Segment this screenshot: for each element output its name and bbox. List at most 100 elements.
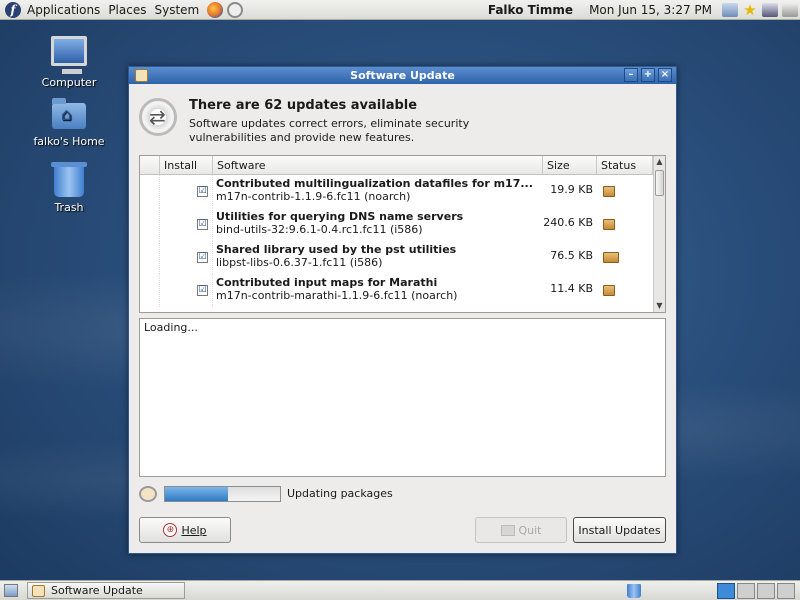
trash-icon [51,162,87,197]
update-tray-icon[interactable] [722,2,738,17]
window-titlebar[interactable]: Software Update – + × [129,67,676,84]
workspace-4[interactable] [777,583,795,599]
install-checkbox[interactable]: ☑ [197,252,208,263]
network-launcher-icon[interactable] [227,1,244,18]
update-summary: There are 62 updates available Software … [129,84,676,154]
bottom-panel: Software Update [0,580,800,600]
computer-icon [51,36,87,74]
package-status-icon [603,186,615,197]
package-status-icon [603,219,615,230]
window-title: Software Update [350,69,455,82]
desktop-icon-label: Computer [41,76,97,89]
desktop-icon-label: Trash [54,201,84,214]
install-updates-button[interactable]: Install Updates [573,517,666,543]
package-size: 76.5 KB [550,249,593,262]
table-row[interactable]: ☑ Shared library used by the pst utiliti… [140,241,654,274]
table-row[interactable]: ☑ Utilities for querying DNS name server… [140,208,654,241]
package-title: Utilities for querying DNS name servers [216,210,464,223]
taskbar-item-label: Software Update [51,584,143,597]
package-version: m17n-contrib-1.1.9-6.fc11 (noarch) [216,190,411,203]
column-header-select[interactable] [140,156,160,175]
show-desktop-icon[interactable] [4,584,18,597]
volume-tray-icon[interactable] [782,2,798,17]
star-tray-icon[interactable]: ★ [742,2,758,17]
workspace-1[interactable] [717,583,735,599]
quit-icon [500,524,515,536]
package-size: 11.4 KB [550,282,593,295]
updates-description: Software updates correct errors, elimina… [189,117,470,144]
window-app-icon[interactable] [135,69,148,82]
package-version: bind-utils-32:9.6.1-0.4.rc1.fc11 (i586) [216,223,423,236]
table-header: Install Software Size Status [140,156,665,175]
updates-headline: There are 62 updates available [189,98,418,113]
clock[interactable]: Mon Jun 15, 3:27 PM [589,3,712,17]
package-version: m17n-contrib-marathi-1.1.9-6.fc11 (noarc… [216,289,458,302]
minimize-button[interactable]: – [624,68,638,82]
table-row[interactable]: ☑ Contributed input maps for Marathi m17… [140,274,654,307]
install-cell: ☑ [160,175,213,208]
table-body: ☑ Contributed multilingualization datafi… [140,175,654,312]
status-cell [597,208,653,241]
taskbar-item-software-update[interactable]: Software Update [27,582,185,599]
progress-status-icon [139,486,157,502]
trash-applet-icon[interactable] [627,584,641,598]
scroll-up-icon[interactable]: ▲ [654,156,665,168]
software-update-task-icon [32,584,45,597]
table-row[interactable]: ☑ Contributed multilingualization datafi… [140,175,654,208]
menu-system[interactable]: System [152,0,205,20]
software-cell: Contributed input maps for Marathi m17n-… [213,274,543,307]
log-output[interactable]: Loading... [139,318,666,477]
status-cell [597,241,653,274]
quit-button[interactable]: Quit [475,517,567,543]
help-button-label: Help [181,523,207,537]
quit-button-label: Quit [518,523,542,537]
home-folder-icon [52,98,86,129]
user-name[interactable]: Falko Timme [488,3,573,17]
maximize-button[interactable]: + [641,68,655,82]
install-cell: ☑ [160,241,213,274]
firefox-launcher-icon[interactable] [207,1,224,18]
log-text: Loading... [144,321,198,334]
install-cell: ☑ [160,208,213,241]
help-button[interactable]: ⊕ Help [139,517,231,543]
software-update-icon [139,98,177,136]
row-spacer [140,208,160,241]
install-checkbox[interactable]: ☑ [197,186,208,197]
desktop-icon-trash[interactable]: Trash [24,162,114,214]
network-tray-icon[interactable] [762,2,778,17]
menu-places[interactable]: Places [106,0,152,20]
menu-applications[interactable]: Applications [25,0,106,20]
column-header-status[interactable]: Status [597,156,653,175]
progress-bar-fill [165,487,229,501]
column-header-software[interactable]: Software [213,156,543,175]
install-checkbox[interactable]: ☑ [197,219,208,230]
column-header-size[interactable]: Size [543,156,597,175]
scroll-thumb[interactable] [655,170,664,196]
workspace-2[interactable] [737,583,755,599]
status-cell [597,175,653,208]
fedora-logo-icon[interactable]: f [5,1,21,18]
software-cell: Shared library used by the pst utilities… [213,241,543,274]
scroll-down-icon[interactable]: ▼ [654,300,665,312]
desktop-icon-home[interactable]: falko's Home [24,98,114,148]
package-size: 240.6 KB [543,216,593,229]
table-scrollbar[interactable]: ▲ ▼ [653,156,665,312]
column-header-install[interactable]: Install [160,156,213,175]
status-cell [597,274,653,307]
close-button[interactable]: × [658,68,672,82]
software-update-window: Software Update – + × There are 62 updat… [128,66,677,554]
workspace-3[interactable] [757,583,775,599]
package-version: libpst-libs-0.6.37-1.fc11 (i586) [216,256,383,269]
package-title: Contributed input maps for Marathi [216,276,438,289]
row-spacer [140,175,160,208]
updates-table: Install Software Size Status ☑ Contribut… [139,155,666,313]
install-checkbox[interactable]: ☑ [197,285,208,296]
package-title: Shared library used by the pst utilities [216,243,457,256]
top-panel: f Applications Places System Falko Timme… [0,0,800,20]
progress-bar [164,486,281,502]
package-size: 19.9 KB [550,183,593,196]
desktop-icon-label: falko's Home [33,135,105,148]
desktop-icon-computer[interactable]: Computer [24,36,114,89]
help-icon: ⊕ [163,523,178,537]
software-cell: Utilities for querying DNS name servers … [213,208,543,241]
